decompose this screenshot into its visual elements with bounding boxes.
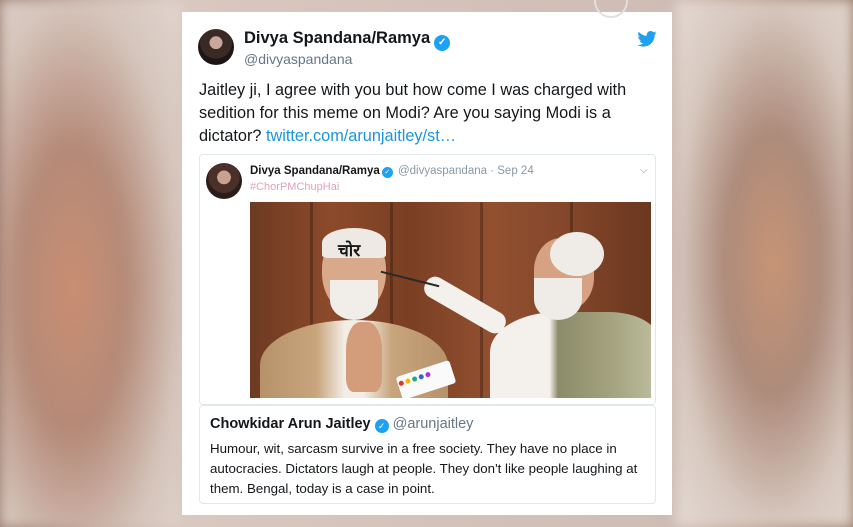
top-partial-circle xyxy=(594,0,628,18)
quoted-tweet[interactable]: Divya Spandana/Ramya ✓ @divyaspandana · S… xyxy=(199,154,656,405)
blurred-background-right xyxy=(675,0,853,527)
nested-author-name[interactable]: Chowkidar Arun Jaitley xyxy=(210,416,371,432)
painter-body xyxy=(490,312,651,398)
author-name[interactable]: Divya Spandana/Ramya xyxy=(244,29,430,47)
twitter-bird-icon[interactable] xyxy=(637,31,657,47)
quoted-hashtag[interactable]: #ChorPMChupHai xyxy=(250,181,339,193)
blurred-background-left xyxy=(0,0,182,527)
nested-author-handle[interactable]: @arunjaitley xyxy=(393,416,474,432)
quoted-date[interactable]: Sep 24 xyxy=(497,165,533,177)
painter-arm xyxy=(420,272,510,338)
statue-beard xyxy=(330,280,378,320)
tweet-link[interactable]: twitter.com/arunjaitley/st… xyxy=(266,127,456,145)
nested-quoted-tweet[interactable]: Chowkidar Arun Jaitley ✓ @arunjaitley Humo… xyxy=(199,405,656,504)
author-avatar[interactable] xyxy=(198,29,234,65)
quoted-header: Divya Spandana/Ramya ✓ @divyaspandana · S… xyxy=(250,165,534,178)
quoted-author-handle[interactable]: @divyaspandana xyxy=(398,165,487,177)
statue-folded-hands xyxy=(346,322,382,392)
tweet-text: Jaitley ji, I agree with you but how com… xyxy=(199,79,659,148)
painter-hair xyxy=(550,232,604,276)
author-handle[interactable]: @divyaspandana xyxy=(244,51,352,67)
chevron-down-icon[interactable]: ⌵ xyxy=(640,165,648,176)
nested-quote-header: Chowkidar Arun Jaitley ✓ @arunjaitley xyxy=(210,416,473,433)
tweet-card: Divya Spandana/Ramya ✓ @divyaspandana Jai… xyxy=(182,0,672,515)
wood-panel-line xyxy=(480,202,483,398)
quoted-separator: · xyxy=(490,165,495,177)
nested-quote-text: Humour, wit, sarcasm survive in a free s… xyxy=(210,441,638,496)
quoted-author-name[interactable]: Divya Spandana/Ramya xyxy=(250,165,380,177)
verified-badge-icon: ✓ xyxy=(434,35,451,51)
meme-image[interactable]: चोर xyxy=(250,202,651,398)
painter-beard xyxy=(534,278,582,320)
verified-badge-icon: ✓ xyxy=(374,419,389,433)
quoted-author-avatar[interactable] xyxy=(206,163,242,199)
author-name-row[interactable]: Divya Spandana/Ramya ✓ xyxy=(244,29,451,51)
forehead-text: चोर xyxy=(338,241,361,261)
verified-badge-icon: ✓ xyxy=(381,167,393,178)
